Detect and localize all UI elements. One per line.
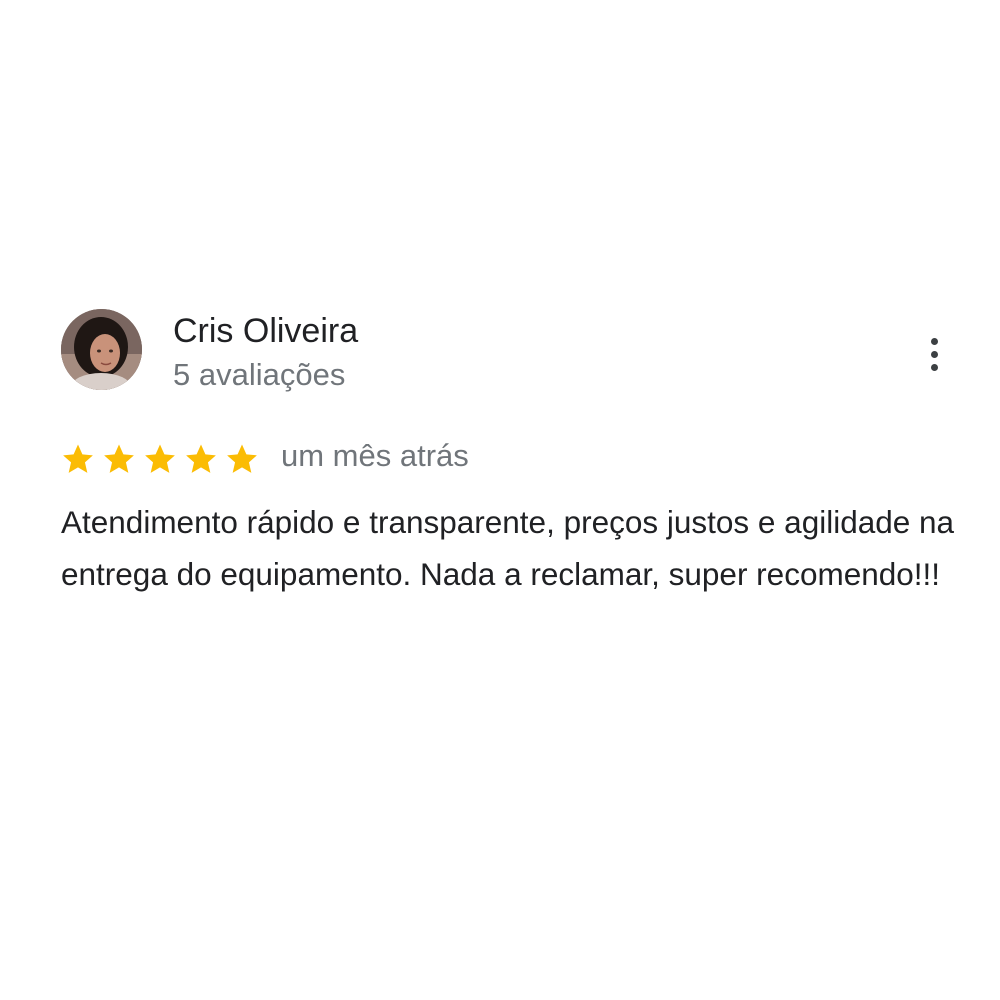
star-icon: [227, 444, 257, 473]
review-count: 5 avaliações: [173, 357, 346, 392]
review-text: Atendimento rápido e transparente, preço…: [61, 504, 955, 592]
more-vertical-icon: [930, 363, 938, 371]
star-icon: [104, 444, 134, 473]
review-date: um mês atrás: [281, 438, 469, 473]
user-photo-icon: [61, 309, 142, 390]
star-icon: [186, 444, 216, 473]
more-vertical-icon: [930, 350, 938, 358]
star-rating: [61, 438, 259, 480]
more-options-button[interactable]: [914, 334, 954, 374]
review-card: Cris Oliveira 5 avaliações um mês atrás …: [0, 0, 1000, 1000]
star-icon: [63, 444, 93, 473]
star-icon: [145, 444, 175, 473]
more-vertical-icon: [930, 337, 938, 345]
avatar[interactable]: [61, 309, 142, 390]
author-name[interactable]: Cris Oliveira: [173, 310, 358, 352]
